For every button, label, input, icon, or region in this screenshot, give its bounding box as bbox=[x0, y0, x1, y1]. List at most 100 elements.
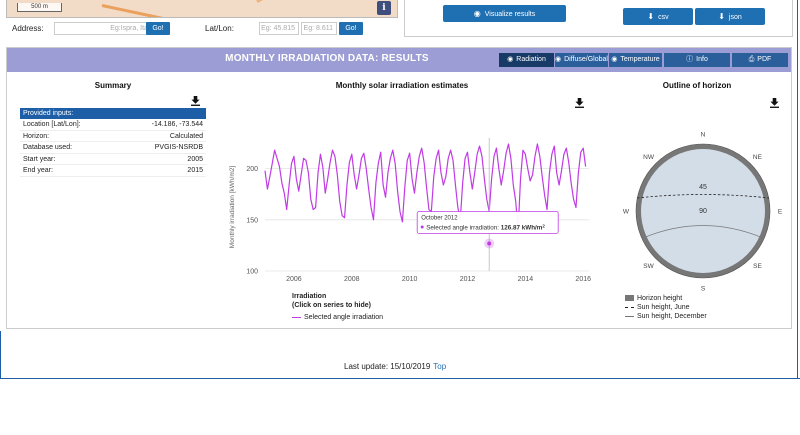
horizon-legend-label: Horizon height bbox=[637, 295, 683, 302]
address-label: Address: bbox=[12, 24, 44, 33]
summary-row-value: Calculated bbox=[169, 132, 203, 140]
tooltip-marker bbox=[420, 225, 424, 229]
horizon-download-icon[interactable] bbox=[770, 98, 779, 108]
tooltip-series: Selected angle irradiation: bbox=[426, 224, 501, 231]
compass-label-s: S bbox=[701, 286, 706, 293]
tab-label: Diffuse/Global bbox=[564, 56, 608, 63]
legend-series-label: Selected angle irradiation bbox=[304, 314, 383, 321]
x-tick-label: 2008 bbox=[344, 276, 360, 283]
map-scale: 500 m bbox=[17, 3, 62, 12]
summary-row-label: Horizon: bbox=[23, 132, 50, 140]
summary-header: Provided inputs: bbox=[20, 108, 206, 119]
horizon-title: Outline of horizon bbox=[662, 81, 732, 90]
compass-label-ne: NE bbox=[753, 154, 763, 161]
summary-row: Horizon: Calculated bbox=[20, 131, 206, 142]
summary-row-value: -14.186, -73.544 bbox=[151, 121, 203, 128]
page-border bbox=[0, 331, 1, 379]
compass-label-sw: SW bbox=[643, 263, 654, 270]
map-road bbox=[101, 4, 191, 17]
y-tick-label: 100 bbox=[246, 269, 258, 276]
compass-label-w: W bbox=[623, 209, 630, 216]
tab-label: Radiation bbox=[516, 56, 546, 63]
lat-input[interactable]: Eg: 45.815 bbox=[259, 22, 299, 35]
summary-row: Location [Lat/Lon]: -14.186, -73.544 bbox=[20, 119, 206, 131]
download-icon: ⬇ bbox=[718, 12, 725, 21]
csv-download-button[interactable]: ⬇ csv bbox=[623, 8, 693, 25]
horizon-legend: Horizon height Sun height, June Sun heig… bbox=[625, 294, 785, 321]
legend-swatch bbox=[625, 295, 634, 302]
address-input[interactable]: Eg:Ispra, Italy bbox=[54, 22, 157, 35]
summary-row-label: End year: bbox=[23, 167, 53, 174]
map-road bbox=[256, 0, 320, 3]
latlon-label: Lat/Lon: bbox=[205, 24, 234, 33]
x-tick-label: 2012 bbox=[460, 276, 476, 283]
top-link[interactable]: Top bbox=[433, 362, 446, 371]
map-view[interactable]: 500 m i bbox=[6, 0, 398, 18]
y-tick-label: 150 bbox=[246, 217, 258, 224]
horizon-plot: 45 90 N NE E SE S SW W NW bbox=[623, 132, 783, 293]
compass-label-n: N bbox=[701, 132, 706, 139]
tooltip-text: Selected angle irradiation: 126.87 kWh/m… bbox=[426, 223, 545, 231]
page-border bbox=[0, 378, 800, 379]
y-tick-label: 200 bbox=[246, 166, 258, 173]
legend-swatch bbox=[292, 316, 301, 318]
summary-download-icon[interactable] bbox=[191, 96, 200, 106]
ring-label-45: 45 bbox=[699, 184, 707, 191]
address-row: Address: Eg:Ispra, Italy Go! Lat/Lon: Eg… bbox=[12, 22, 402, 36]
tooltip-value: 126.87 kWh/m bbox=[501, 224, 543, 231]
json-download-button[interactable]: ⬇ json bbox=[695, 8, 765, 25]
legend-title: Irradiation bbox=[292, 293, 327, 300]
irradiation-chart[interactable]: Monthly irradiation [kWh/m2] 100 150 200 200… bbox=[227, 93, 597, 288]
chart-title: Monthly solar irradiation estimates bbox=[335, 81, 469, 90]
horizon-legend-item: Sun height, December bbox=[625, 312, 785, 321]
csv-label: csv bbox=[658, 14, 669, 21]
eye-icon: ◉ bbox=[507, 56, 514, 63]
x-tick-label: 2010 bbox=[402, 276, 418, 283]
info-icon: ⓘ bbox=[686, 56, 694, 63]
tab-pdf[interactable]: ⎙ PDF bbox=[732, 53, 788, 67]
horizon-legend-item: Sun height, June bbox=[625, 303, 785, 312]
visualize-results-button[interactable]: ◉ Visualize results bbox=[443, 5, 566, 22]
legend-swatch bbox=[625, 306, 634, 308]
summary-row: Database used: PVGIS-NSRDB bbox=[20, 142, 206, 154]
print-icon: ⎙ bbox=[748, 56, 755, 63]
eye-icon: ◉ bbox=[611, 56, 618, 63]
tab-temperature[interactable]: ◉ Temperature bbox=[609, 53, 662, 67]
summary-row-label: Location [Lat/Lon]: bbox=[23, 121, 81, 128]
compass-label-nw: NW bbox=[643, 154, 655, 161]
address-go-button[interactable]: Go! bbox=[146, 22, 170, 35]
latlon-go-button[interactable]: Go! bbox=[339, 22, 363, 35]
last-update-text: Last update: 15/10/2019 bbox=[344, 362, 431, 371]
results-panel: MONTHLY IRRADIATION DATA: RESULTS ◉ Radia… bbox=[6, 47, 792, 329]
eye-icon: ◉ bbox=[473, 9, 481, 18]
lon-input[interactable]: Eg: 8.611 bbox=[301, 22, 337, 35]
summary-row-label: Database used: bbox=[23, 144, 73, 151]
chart-legend: Irradiation (Click on series to hide) Se… bbox=[292, 292, 432, 323]
summary-row-value: 2005 bbox=[187, 155, 203, 163]
hover-point bbox=[487, 241, 492, 246]
summary-row: End year: 2015 bbox=[20, 165, 206, 177]
summary-table: Provided inputs: Location [Lat/Lon]: -14.… bbox=[20, 108, 206, 177]
legend-series-item[interactable]: Selected angle irradiation bbox=[292, 313, 432, 323]
tab-diffuse-global[interactable]: ◉ Diffuse/Global bbox=[555, 53, 608, 67]
legend-subtitle: (Click on series to hide) bbox=[292, 302, 371, 309]
summary-row-value: PVGIS-NSRDB bbox=[154, 144, 203, 151]
download-icon: ⬇ bbox=[647, 12, 655, 21]
summary-row-value: 2015 bbox=[187, 167, 203, 174]
compass-label-e: E bbox=[778, 209, 783, 216]
tooltip-title: October 2012 bbox=[421, 215, 458, 221]
page-border bbox=[797, 0, 798, 379]
horizon-legend-label: Sun height, June bbox=[637, 304, 690, 311]
tab-radiation[interactable]: ◉ Radiation bbox=[499, 53, 554, 67]
tab-label: Temperature bbox=[620, 56, 660, 63]
json-label: json bbox=[728, 14, 742, 21]
last-update: Last update: 15/10/2019 Top bbox=[344, 362, 446, 371]
summary-title: Summary bbox=[94, 81, 132, 90]
map-info-button[interactable]: i bbox=[377, 1, 391, 15]
ring-label-90: 90 bbox=[699, 208, 707, 215]
compass-label-se: SE bbox=[753, 263, 762, 270]
tab-label: PDF bbox=[757, 56, 772, 63]
tab-info[interactable]: ⓘ Info bbox=[664, 53, 730, 67]
y-axis-label: Monthly irradiation [kWh/m2] bbox=[229, 166, 236, 249]
x-tick-label: 2016 bbox=[575, 276, 591, 283]
